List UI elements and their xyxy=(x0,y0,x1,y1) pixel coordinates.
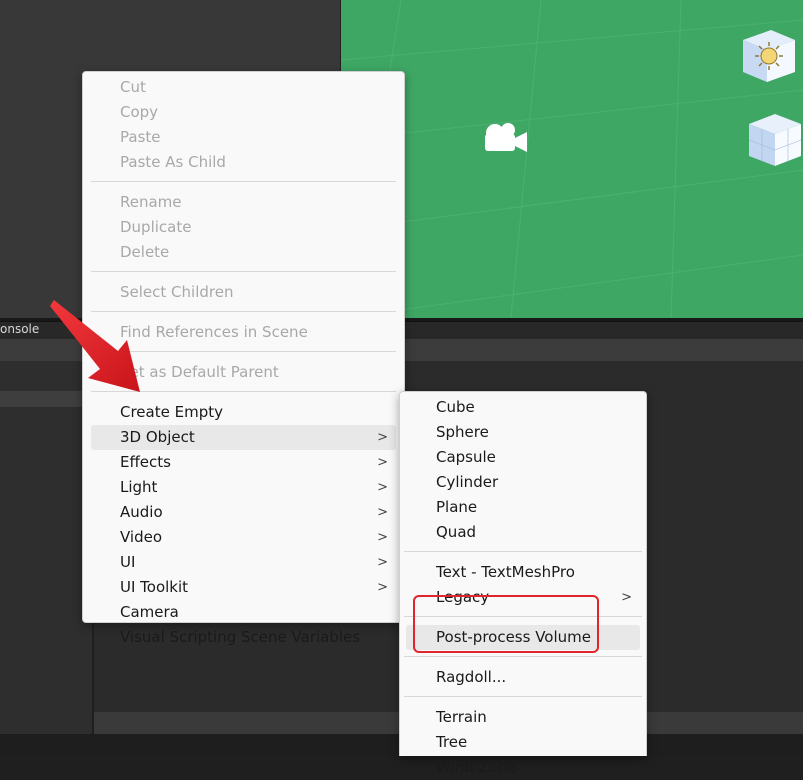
menu-item-label: Rename xyxy=(120,193,182,211)
menu-item-paste[interactable]: Paste xyxy=(91,125,396,150)
menu-item-label: Text - TextMeshPro xyxy=(436,563,575,581)
menu-item-label: Find References in Scene xyxy=(120,323,308,341)
menu-item-label: Visual Scripting Scene Variables xyxy=(120,628,361,646)
menu-item-label: Set as Default Parent xyxy=(120,363,279,381)
menu-item-quad[interactable]: Quad xyxy=(406,520,640,545)
context-menu: Cut Copy Paste Paste As Child Rename Duplicat… xyxy=(82,71,405,646)
chevron-right-icon: > xyxy=(377,455,388,470)
menu-item-label: Copy xyxy=(120,103,159,121)
menu-separator xyxy=(91,311,396,312)
menu-item-set-as-default-parent[interactable]: Set as Default Parent xyxy=(91,360,396,385)
menu-item-3d-object[interactable]: 3D Object > xyxy=(91,425,396,450)
menu-item-label: Cut xyxy=(120,78,146,96)
menu-item-label: Terrain xyxy=(436,708,487,726)
chevron-right-icon: > xyxy=(621,590,632,605)
chevron-right-icon: > xyxy=(377,530,388,545)
chevron-right-icon: > xyxy=(377,430,388,445)
menu-separator xyxy=(91,391,396,392)
menu-item-label: Cube xyxy=(436,398,475,416)
menu-item-label: Video xyxy=(120,528,163,546)
menu-item-label: Effects xyxy=(120,453,171,471)
menu-item-video[interactable]: Video > xyxy=(91,525,396,550)
menu-item-plane[interactable]: Plane xyxy=(406,495,640,520)
menu-item-label: Light xyxy=(120,478,158,496)
menu-item-cut[interactable]: Cut xyxy=(91,75,396,100)
menu-item-audio[interactable]: Audio > xyxy=(91,500,396,525)
console-sidebar-row[interactable] xyxy=(0,391,92,407)
menu-item-select-children[interactable]: Select Children xyxy=(91,280,396,305)
menu-item-label: Cylinder xyxy=(436,473,499,491)
menu-item-camera[interactable]: Camera xyxy=(91,600,396,625)
menu-item-ui[interactable]: UI > xyxy=(91,550,396,575)
menu-item-label: 3D Object xyxy=(120,428,195,446)
menu-item-capsule[interactable]: Capsule xyxy=(406,445,640,470)
menu-item-label: Quad xyxy=(436,523,477,541)
chevron-right-icon: > xyxy=(377,505,388,520)
menu-item-effects[interactable]: Effects > xyxy=(91,450,396,475)
menu-item-duplicate[interactable]: Duplicate xyxy=(91,215,396,240)
menu-item-label: Audio xyxy=(120,503,163,521)
menu-item-create-empty[interactable]: Create Empty xyxy=(91,400,396,425)
console-sidebar xyxy=(0,361,92,755)
menu-separator xyxy=(404,551,642,552)
menu-item-find-references-in-scene[interactable]: Find References in Scene xyxy=(91,320,396,345)
menu-item-sphere[interactable]: Sphere xyxy=(406,420,640,445)
menu-separator xyxy=(91,181,396,182)
menu-item-label: Tree xyxy=(436,733,468,751)
menu-item-wind-zone[interactable]: Wind Zone xyxy=(406,755,640,780)
menu-item-label: Capsule xyxy=(436,448,496,466)
menu-item-label: Duplicate xyxy=(120,218,192,236)
menu-item-label: Ragdoll... xyxy=(436,668,507,686)
menu-separator xyxy=(404,656,642,657)
menu-item-cylinder[interactable]: Cylinder xyxy=(406,470,640,495)
chevron-right-icon: > xyxy=(377,580,388,595)
menu-item-light[interactable]: Light > xyxy=(91,475,396,500)
menu-item-label: Create Empty xyxy=(120,403,223,421)
highlight-box-annotation xyxy=(413,595,599,653)
menu-item-delete[interactable]: Delete xyxy=(91,240,396,265)
chevron-right-icon: > xyxy=(377,555,388,570)
menu-item-cube[interactable]: Cube xyxy=(406,395,640,420)
camera-gizmo-icon[interactable] xyxy=(483,122,531,156)
menu-item-label: Wind Zone xyxy=(436,758,517,776)
scene-grid xyxy=(341,0,803,318)
menu-item-text-textmeshpro[interactable]: Text - TextMeshPro xyxy=(406,560,640,585)
menu-item-ui-toolkit[interactable]: UI Toolkit > xyxy=(91,575,396,600)
directional-light-gizmo-icon[interactable] xyxy=(737,26,799,86)
menu-item-paste-as-child[interactable]: Paste As Child xyxy=(91,150,396,175)
scene-view[interactable] xyxy=(341,0,803,318)
menu-separator xyxy=(91,351,396,352)
menu-item-label: Delete xyxy=(120,243,170,261)
menu-item-visual-scripting-scene-variables[interactable]: Visual Scripting Scene Variables xyxy=(91,625,396,650)
menu-item-label: UI Toolkit xyxy=(120,578,189,596)
cube-gizmo-icon[interactable] xyxy=(745,110,803,168)
tab-console[interactable]: onsole xyxy=(0,322,39,336)
menu-item-rename[interactable]: Rename xyxy=(91,190,396,215)
menu-item-label: Paste As Child xyxy=(120,153,226,171)
menu-item-copy[interactable]: Copy xyxy=(91,100,396,125)
menu-item-tree[interactable]: Tree xyxy=(406,730,640,755)
menu-item-label: Select Children xyxy=(120,283,234,301)
menu-item-terrain[interactable]: Terrain xyxy=(406,705,640,730)
menu-item-label: Sphere xyxy=(436,423,489,441)
menu-separator xyxy=(91,271,396,272)
menu-separator xyxy=(404,696,642,697)
menu-item-label: Camera xyxy=(120,603,179,621)
menu-item-label: Paste xyxy=(120,128,161,146)
3d-object-submenu: Cube Sphere Capsule Cylinder Plane Quad Text -… xyxy=(399,391,647,776)
chevron-right-icon: > xyxy=(377,480,388,495)
menu-item-label: Plane xyxy=(436,498,478,516)
menu-item-ragdoll[interactable]: Ragdoll... xyxy=(406,665,640,690)
menu-item-label: UI xyxy=(120,553,136,571)
